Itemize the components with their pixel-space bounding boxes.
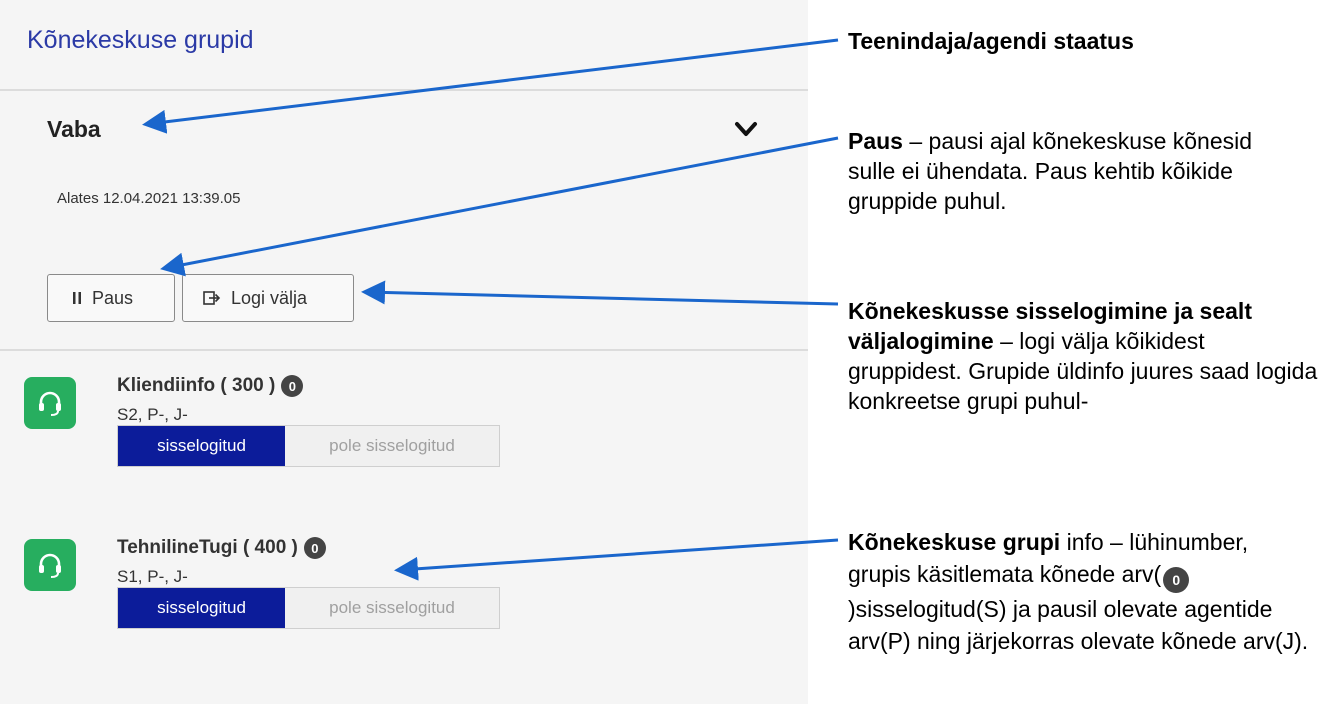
annotation-login: Kõnekeskusse sisselogimine ja sealt välj… — [848, 296, 1318, 416]
annotation-group-text-2: )sisselogitud(S) ja pausil olevate agent… — [848, 596, 1309, 654]
annotation-pause-title: Paus — [848, 128, 903, 154]
arrow — [160, 136, 839, 277]
annotation-status: Teenindaja/agendi staatus — [848, 26, 1308, 56]
annotation-group-title: Kõnekeskuse grupi — [848, 529, 1061, 555]
annotation-status-title: Teenindaja/agendi staatus — [848, 28, 1134, 54]
annotation-pause: Paus – pausi ajal kõnekeskuse kõnesid su… — [848, 126, 1268, 216]
arrow — [361, 280, 839, 306]
annotation-pause-text: – pausi ajal kõnekeskuse kõnesid sulle e… — [848, 128, 1253, 214]
arrow — [142, 38, 839, 134]
arrow — [394, 538, 839, 581]
badge-icon: 0 — [1163, 567, 1190, 593]
annotation-group: Kõnekeskuse grupi info – lühinumber, gru… — [848, 526, 1316, 657]
